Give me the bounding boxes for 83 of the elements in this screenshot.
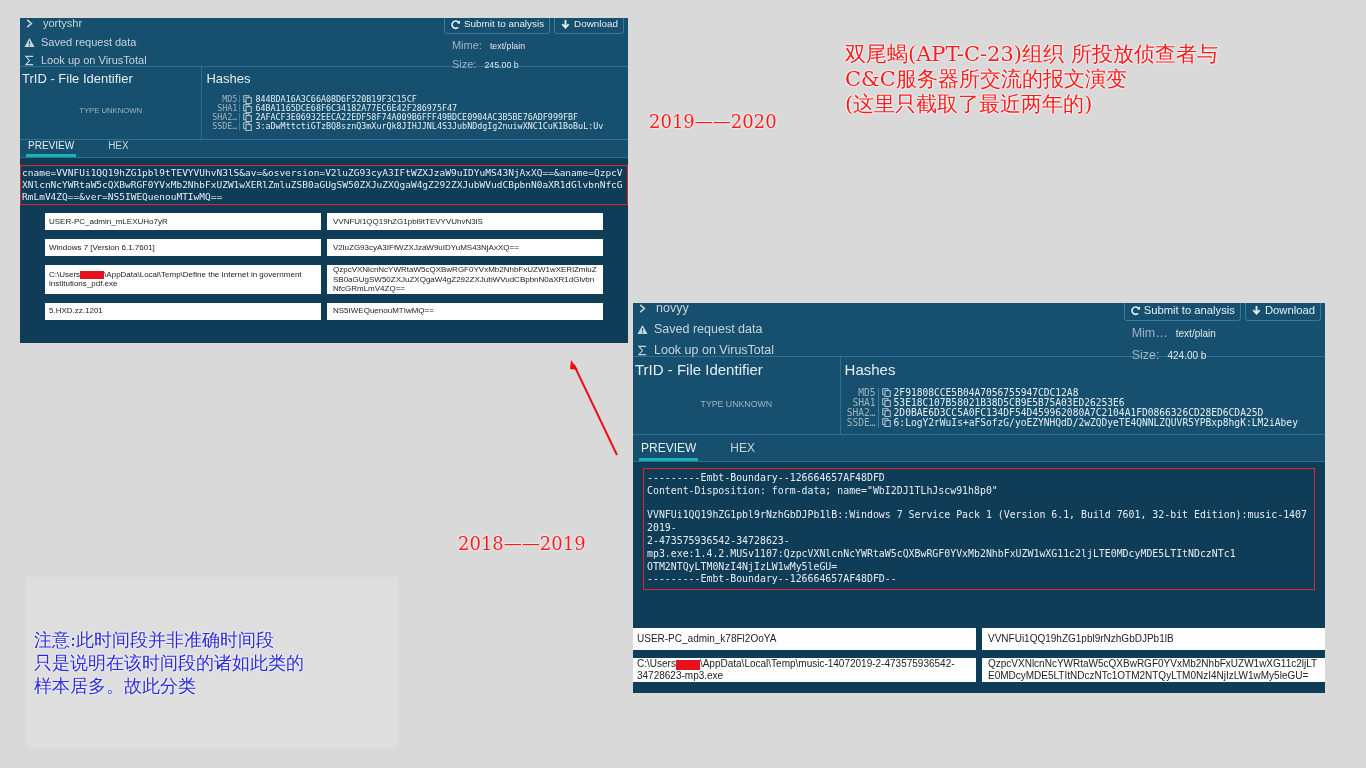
warning-icon: [637, 324, 648, 335]
hash-label: SHA1: [206, 103, 241, 113]
breadcrumb-text: novyy: [656, 303, 689, 318]
hash-label: SSDE…: [844, 417, 879, 428]
section-title: Hashes: [206, 70, 252, 88]
table-cell: USER-PC_admin_k78Fl2OoYA: [633, 628, 976, 651]
sigma-icon: [637, 344, 648, 356]
hash-value: 2D0BAE6D3CC5A0FC134DF54D459962080A7C2104A1FD0866326CD28ED6CDA25D: [893, 407, 1264, 418]
hash-value: 64BA1165DCE68F6C34182A77EC6E42F286975F47: [255, 103, 458, 113]
table-cell: C:\Users \AppData\Local\Temp\music-14072019-2-473575936542-34728623-mp3.exe: [633, 658, 976, 683]
slide-title-line: C&C服务器所交流的报文演变: [845, 67, 1128, 92]
link-text[interactable]: Saved request data: [654, 320, 763, 339]
table-cell: V2luZG93cyA3IFtWZXJzaW9uIDYuMS43NjAxXQ==: [327, 239, 603, 256]
tab[interactable]: HEX: [106, 138, 131, 157]
link-text[interactable]: Look up on VirusTotal: [41, 52, 147, 69]
hash-value: 3:aDwMttctiGTzBQ8sznQ3mXurQk8JIHJJNL4S3JubNDdgIg2nuiwXNC1CuK1BoBuL:Uv: [255, 121, 604, 131]
download-button[interactable]: Download: [1244, 303, 1321, 321]
refresh-button[interactable]: Submit to analysis: [1123, 303, 1241, 321]
size-value: 245.00 b: [484, 59, 519, 73]
copy-icon[interactable]: [243, 103, 253, 113]
section-title: TrID - File Identifier: [22, 70, 134, 88]
copy-icon[interactable]: [243, 94, 253, 104]
hash-label: SHA2…: [844, 407, 879, 418]
hash-label: SHA2…: [206, 112, 241, 122]
table-cell: USER-PC_admin_mLEXUHo7yR: [45, 213, 321, 230]
table-cell: Windows 7 [Version 6.1.7601]: [45, 239, 321, 256]
warning-icon: [24, 36, 35, 48]
table-cell: 5.HXD.zz.1201: [45, 302, 321, 320]
refresh-icon: [449, 18, 461, 30]
size-label: Size:: [451, 57, 477, 73]
copy-icon[interactable]: [881, 418, 891, 428]
download-arrow-icon: [1250, 304, 1262, 316]
refresh-button[interactable]: Submit to analysis: [443, 18, 551, 34]
hash-label: SSDE…: [206, 121, 241, 131]
size-label: Size:: [1131, 346, 1160, 364]
hash-value: 844BDA16A3C66A08D6F520B19F3C15CF: [255, 94, 417, 104]
breadcrumb-text: yortyshr: [43, 18, 83, 32]
sigma-icon: [24, 55, 35, 66]
mime-label: Mime:: [451, 37, 482, 53]
copy-icon[interactable]: [243, 112, 253, 122]
table-cell: QzpcVXNlcnNcYWRtaW5cQXBwRGF0YVxMb2NhbFxUZW1wXG11c2ljLTE0MDcyMDE5LTItNDczNTc1OTM2NTQyLTM0NzI4NjIzLW1wMy5leGU=: [982, 658, 1325, 683]
table-cell: C:\Users \AppData\Local\Temp\Define the Internet in government institutions_pdf.exe: [45, 265, 321, 294]
table-cell: VVNFUi1QQ19hZG1pbl9tTEVYVUhvN3lS: [327, 213, 603, 230]
period-label: 2018——2019: [458, 532, 586, 556]
hash-value: 6:LogY2rWuIs+aFSofzG/yoEZYNHQdD/2wZQDyeTE4QNNLZQUVR5YPBxp8hgK:LM2iAbey: [893, 417, 1298, 428]
hash-value: 2AFACF3E06932EECA22EDF58F74A009B6FFF49BDCE0904AC3B5BE76ADF999FBF: [255, 112, 579, 122]
request-preview-text: ---------Embt-Boundary--126664657AF48DFD Content-Disposition: form-data; name="WbI2DJ1TLhJscw91h8p0" VVNFUi1QQ19hZG1pbl9rNzhGbDJPb1lB::Windows 7 Service Pack 1 (Version 6.1, Build 7601, 32-bit Edition):music-14072019- 2-473575936542-34728623- mp3.exe:1.4.2.MUSv1107:QzpcVXNlcnNcYWRtaW5cQXBwRGF0YVxMb2NhbFxUZW1wXG11c2ljLTE0MDcyMDE5LTItNDczNTc1 OTM2NTQyLTM0NzI4NjIzLW1wMy5leGU= ---------Embt-Boundary--126664657AF48DFD--: [643, 468, 1315, 591]
hash-value: 2F91808CCE5B04A7056755947CDC12A8: [893, 387, 1079, 398]
period-label: 2019——2020: [649, 110, 777, 134]
refresh-icon: [1129, 304, 1141, 316]
copy-icon[interactable]: [243, 121, 253, 131]
size-value: 424.00 b: [1167, 348, 1207, 363]
link-text[interactable]: Saved request data: [41, 33, 137, 51]
chevron-right-icon[interactable]: [637, 303, 648, 315]
note-text: 样本居多。故此分类: [34, 674, 197, 697]
note-text: 注意:此时间段并非准确时间段: [34, 628, 276, 651]
download-button[interactable]: Download: [554, 18, 624, 34]
request-preview-text: cname=VVNFUi1QQ19hZG1pbl9tTEVYVUhvN3lS&av=&osversion=V2luZG93cyA3IFtWZXJzaW9uIDYuMS43NjAxXQ==&aname=QzpcVXNlcnNcYWRtaW5cQXBwRGF0YVxMb2NhbFxUZW1wXERlZmluZSB0aGUgSW50ZXJuZXQgaW4gZ292ZXJubWVudCBpbnN0aXR1dGlvbnNfcGRmLmV4ZQ==&ver=NS5IWEQuenouMTIwMQ==: [20, 165, 628, 205]
mime-value: text/plain: [489, 39, 526, 53]
section-title: Hashes: [844, 360, 897, 380]
hash-value: 53E18C107B58021B38D5CB9E5B75A03ED26253E6: [893, 397, 1125, 408]
section-title: TrID - File Identifier: [635, 360, 764, 380]
table-cell: QzpcVXNlcnNcYWRtaW5cQXBwRGF0YVxMb2NhbFxUZW1wXERlZmluZSB0aGUgSW50ZXJuZXQgaW4gZ292ZXJubWVudCBpbnN0aXR1dGlvbnNfcGRmLmV4ZQ==: [327, 265, 603, 294]
hash-label: MD5: [844, 387, 879, 398]
link-text[interactable]: Look up on VirusTotal: [654, 340, 774, 360]
table-cell: NS5IWEQuenouMTIwMQ==: [327, 302, 603, 320]
copy-icon[interactable]: [881, 398, 891, 408]
hash-label: MD5: [206, 94, 241, 104]
hash-label: SHA1: [844, 397, 879, 408]
download-arrow-icon: [560, 18, 572, 30]
note-text: 只是说明在该时间段的诸如此类的: [34, 651, 305, 674]
copy-icon[interactable]: [881, 408, 891, 418]
slide-title-line: 双尾蝎(APT-C-23)组织 所投放侦查者与: [845, 42, 1218, 67]
copy-icon[interactable]: [881, 388, 891, 398]
tab[interactable]: HEX: [728, 439, 758, 461]
redaction-block: [80, 270, 105, 279]
mime-label: Mim…: [1131, 324, 1168, 342]
redaction-block: [675, 659, 700, 670]
mime-value: text/plain: [1175, 326, 1216, 341]
file-type-text: TYPE UNKNOWN: [700, 397, 773, 411]
chevron-right-icon[interactable]: [24, 18, 35, 29]
table-cell: VVNFUi1QQ19hZG1pbl9rNzhGbDJPb1lB: [982, 628, 1325, 651]
slide-title-line: (这里只截取了最近两年的): [845, 92, 1094, 117]
